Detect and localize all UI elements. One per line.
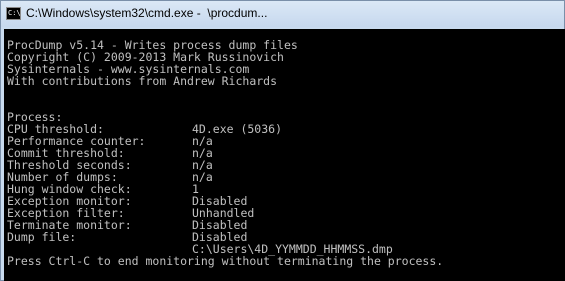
window-title: C:\Windows\system32\cmd.exe - \procdum..…: [26, 6, 268, 20]
setting-row: Commit threshold: n/a: [7, 135, 213, 171]
setting-row: Terminate monitor: Disabled: [7, 207, 247, 243]
setting-row: Performance counter: n/a: [7, 123, 213, 159]
setting-row: Threshold seconds: n/a: [7, 147, 213, 183]
setting-row: Number of dumps: 1: [7, 159, 199, 195]
setting-row: Dump file: C:\Users\4D_YYMMDD_HHMMSS.dmp: [7, 219, 393, 255]
cmd-window: C:\ C:\Windows\system32\cmd.exe - \procd…: [0, 0, 565, 281]
setting-row: CPU threshold: n/a: [7, 111, 213, 147]
setting-key: Dump file:: [7, 230, 77, 244]
setting-row: Exception filter: Disabled: [7, 195, 247, 231]
setting-row: Hung window check: Disabled: [7, 171, 247, 207]
header-line-contributions: With contributions from Andrew Richards: [7, 74, 278, 88]
console-icon[interactable]: C:\: [6, 7, 21, 20]
setting-row: Process: 4D.exe (5036): [7, 99, 282, 135]
footer-line: Press Ctrl-C to end monitoring without t…: [7, 254, 444, 268]
console-output[interactable]: ProcDump v5.14 - Writes process dump fil…: [4, 29, 565, 281]
title-bar[interactable]: C:\ C:\Windows\system32\cmd.exe - \procd…: [1, 1, 564, 27]
setting-row: Exception monitor: Unhandled: [7, 183, 254, 219]
